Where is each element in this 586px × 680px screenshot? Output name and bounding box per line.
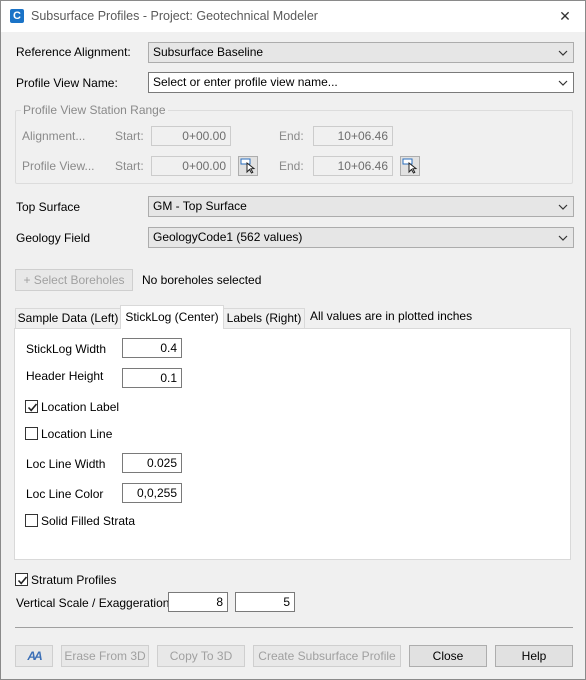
- profile-view-name-label: Profile View Name:: [16, 76, 118, 90]
- sticklog-width-label: StickLog Width: [26, 342, 107, 356]
- solid-filled-strata-checkbox[interactable]: [25, 514, 38, 527]
- close-button[interactable]: Close: [409, 645, 487, 667]
- copy-to-3d-button[interactable]: Copy To 3D: [157, 645, 245, 667]
- font-settings-button[interactable]: AA: [15, 645, 53, 667]
- loc-line-color-label: Loc Line Color: [26, 487, 104, 501]
- location-label-checkbox[interactable]: [25, 400, 38, 413]
- reference-alignment-value: Subsurface Baseline: [153, 45, 264, 59]
- tab-labels[interactable]: Labels (Right): [223, 308, 305, 328]
- alignment-start-field[interactable]: 0+00.00: [151, 126, 231, 146]
- profile-view-row-label: Profile View...: [22, 159, 95, 173]
- pick-point-icon: [402, 158, 418, 174]
- loc-line-width-input[interactable]: 0.025: [122, 453, 182, 473]
- window-title: Subsurface Profiles - Project: Geotechni…: [31, 9, 318, 23]
- title-bar[interactable]: C Subsurface Profiles - Project: Geotech…: [1, 1, 585, 32]
- chevron-down-icon: [557, 43, 569, 62]
- exaggeration-input[interactable]: 5: [235, 592, 295, 612]
- tabs-units-note: All values are in plotted inches: [310, 309, 473, 323]
- dialog-window: C Subsurface Profiles - Project: Geotech…: [0, 0, 586, 680]
- profile-start-field[interactable]: 0+00.00: [151, 156, 231, 176]
- reference-alignment-dropdown[interactable]: Subsurface Baseline: [148, 42, 574, 63]
- vertical-scale-label: Vertical Scale / Exaggeration:: [16, 596, 173, 610]
- boreholes-status: No boreholes selected: [142, 273, 262, 287]
- profile-view-name-value: Select or enter profile view name...: [153, 75, 338, 89]
- top-surface-label: Top Surface: [16, 200, 81, 214]
- geology-field-dropdown[interactable]: GeologyCode1 (562 values): [148, 227, 574, 248]
- alignment-end-field[interactable]: 10+06.46: [313, 126, 393, 146]
- chevron-down-icon: [557, 197, 569, 216]
- top-surface-value: GM - Top Surface: [153, 199, 247, 213]
- chevron-down-icon: [557, 228, 569, 247]
- geology-field-label: Geology Field: [16, 231, 91, 245]
- font-icon: AA: [27, 649, 42, 663]
- checkmark-icon: [27, 403, 38, 412]
- location-label-text: Location Label: [41, 400, 120, 414]
- tab-sticklog[interactable]: StickLog (Center): [120, 305, 224, 329]
- header-height-input[interactable]: 0.1: [122, 368, 182, 388]
- footer-separator: [15, 627, 573, 628]
- loc-line-width-label: Loc Line Width: [26, 457, 106, 471]
- alignment-end-label: End:: [279, 129, 304, 143]
- alignment-row-label: Alignment...: [22, 129, 86, 143]
- top-surface-dropdown[interactable]: GM - Top Surface: [148, 196, 574, 217]
- geology-field-value: GeologyCode1 (562 values): [153, 230, 303, 244]
- chevron-down-icon: [557, 73, 569, 92]
- location-line-text: Location Line: [41, 427, 113, 441]
- profile-start-label: Start:: [115, 159, 144, 173]
- alignment-start-label: Start:: [115, 129, 144, 143]
- loc-line-color-input[interactable]: 0,0,255: [122, 483, 182, 503]
- sticklog-width-input[interactable]: 0.4: [122, 338, 182, 358]
- pick-end-station-button[interactable]: [400, 156, 420, 176]
- help-button[interactable]: Help: [495, 645, 573, 667]
- profile-end-field[interactable]: 10+06.46: [313, 156, 393, 176]
- pick-point-icon: [240, 158, 256, 174]
- app-icon: C: [10, 9, 24, 23]
- vertical-scale-input[interactable]: 8: [168, 592, 228, 612]
- select-boreholes-button[interactable]: + Select Boreholes: [15, 269, 133, 291]
- header-height-label: Header Height: [26, 369, 104, 383]
- station-range-title: Profile View Station Range: [21, 103, 168, 117]
- tab-sample-data[interactable]: Sample Data (Left): [15, 308, 121, 328]
- checkmark-icon: [17, 576, 28, 585]
- profile-view-name-combo[interactable]: Select or enter profile view name...: [148, 72, 574, 93]
- create-subsurface-profile-button[interactable]: Create Subsurface Profile: [253, 645, 401, 667]
- location-line-checkbox[interactable]: [25, 427, 38, 440]
- solid-filled-strata-text: Solid Filled Strata: [41, 514, 136, 528]
- profile-end-label: End:: [279, 159, 304, 173]
- pick-start-station-button[interactable]: [238, 156, 258, 176]
- erase-from-3d-button[interactable]: Erase From 3D: [61, 645, 149, 667]
- close-icon: ✕: [559, 8, 571, 24]
- stratum-profiles-text: Stratum Profiles: [31, 573, 117, 587]
- stratum-profiles-checkbox[interactable]: [15, 573, 28, 586]
- close-window-button[interactable]: ✕: [545, 1, 585, 31]
- reference-alignment-label: Reference Alignment:: [16, 45, 131, 59]
